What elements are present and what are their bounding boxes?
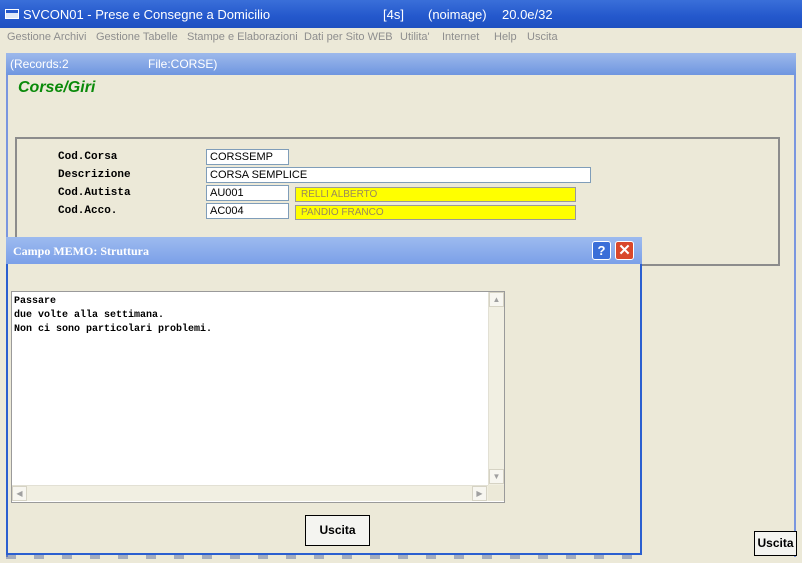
scrollbar-corner: [488, 485, 504, 501]
memo-line: Passare: [14, 296, 57, 307]
scroll-up-icon[interactable]: ▲: [489, 292, 504, 307]
menu-bar: Gestione Archivi Gestione Tabelle Stampe…: [0, 28, 802, 47]
descrizione-label: Descrizione: [58, 169, 131, 181]
cod-acco-input[interactable]: AC004: [206, 203, 289, 219]
menu-uscita[interactable]: Uscita: [527, 31, 558, 43]
autista-name-display: RELLI ALBERTO: [295, 187, 576, 202]
vertical-scrollbar[interactable]: ▲ ▼: [488, 292, 504, 485]
help-button[interactable]: ?: [592, 241, 611, 260]
timer-indicator: [4s]: [383, 7, 404, 22]
uscita-button[interactable]: Uscita: [754, 531, 797, 556]
cod-acco-label: Cod.Acco.: [58, 205, 118, 217]
acco-name-display: PANDIO FRANCO: [295, 205, 576, 220]
scroll-right-icon[interactable]: ▶: [472, 486, 487, 501]
file-name: File:CORSE): [148, 57, 218, 71]
memo-textarea[interactable]: Passare due volte alla settimana. Non ci…: [11, 291, 505, 503]
window-title: SVCON01 - Prese e Consegne a Domicilio: [23, 7, 271, 22]
form-heading: Corse/Giri: [18, 79, 96, 96]
version-label: 20.0e/32: [502, 7, 553, 22]
memo-dialog-title: Campo MEMO: Struttura: [13, 244, 149, 258]
menu-dati-sito-web[interactable]: Dati per Sito WEB: [304, 31, 393, 43]
cod-autista-input[interactable]: AU001: [206, 185, 289, 201]
scroll-left-icon[interactable]: ◀: [12, 486, 27, 501]
cod-corsa-input[interactable]: CORSSEMP: [206, 149, 289, 165]
memo-text: Passare due volte alla settimana. Non ci…: [14, 295, 212, 337]
close-button[interactable]: ✕: [615, 241, 634, 260]
menu-stampe-elaborazioni[interactable]: Stampe e Elaborazioni: [187, 31, 298, 43]
records-status-bar: (Records:2 File:CORSE): [6, 53, 796, 75]
horizontal-scrollbar[interactable]: ◀ ▶: [12, 485, 488, 501]
menu-gestione-tabelle[interactable]: Gestione Tabelle: [96, 31, 178, 43]
memo-line: Non ci sono particolari problemi.: [14, 324, 213, 335]
memo-dialog-titlebar[interactable]: Campo MEMO: Struttura ? ✕: [6, 237, 642, 264]
memo-uscita-button[interactable]: Uscita: [305, 515, 370, 546]
descrizione-input[interactable]: CORSA SEMPLICE: [206, 167, 591, 183]
menu-help[interactable]: Help: [494, 31, 517, 43]
cod-autista-label: Cod.Autista: [58, 187, 131, 199]
menu-utilita[interactable]: Utilita': [400, 31, 430, 43]
memo-dialog: Campo MEMO: Struttura ? ✕ Passare due vo…: [6, 237, 642, 555]
image-status: (noimage): [428, 7, 487, 22]
scroll-down-icon[interactable]: ▼: [489, 469, 504, 484]
memo-line: due volte alla settimana.: [14, 310, 165, 321]
window-titlebar[interactable]: SVCON01 - Prese e Consegne a Domicilio […: [0, 0, 802, 30]
app-window-icon: [5, 9, 19, 19]
cod-corsa-label: Cod.Corsa: [58, 151, 118, 163]
records-count: (Records:2: [10, 57, 69, 71]
menu-internet[interactable]: Internet: [442, 31, 479, 43]
menu-gestione-archivi[interactable]: Gestione Archivi: [7, 31, 86, 43]
